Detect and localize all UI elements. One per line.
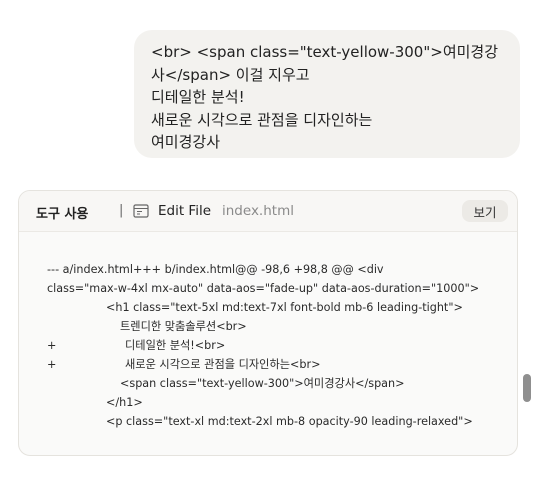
user-message-line: <br> <span class="text-yellow-300">여미경강	[151, 43, 499, 61]
diff-marker: +	[47, 339, 57, 352]
file-name: index.html	[222, 203, 294, 219]
diff-line-text: --- a/index.html+++ b/index.html@@ -98,6…	[47, 263, 384, 276]
diff-line-text: <p class="text-xl md:text-2xl mb-8 opaci…	[106, 415, 473, 428]
diff-line-text: class="max-w-4xl mx-auto" data-aos="fade…	[47, 282, 480, 295]
user-message-line: 사</span> 이걸 지우고	[151, 65, 310, 84]
view-button[interactable]: 보기	[462, 200, 508, 222]
tool-action-label: Edit File	[158, 203, 212, 219]
edit-file-icon	[133, 204, 149, 218]
tool-use-card: 도구 사용 | Edit File index.html 보기 --- a/in…	[18, 190, 518, 456]
tool-use-title: 도구 사용	[36, 207, 89, 222]
diff-line-text: <h1 class="text-5xl md:text-7xl font-bol…	[106, 301, 463, 314]
diff-line-text: <span class="text-yellow-300">여미경강사</spa…	[120, 377, 405, 390]
diff-line-text: </h1>	[106, 396, 143, 409]
user-message-bubble: <br> <span class="text-yellow-300">여미경강 …	[134, 30, 520, 158]
diff-marker: +	[47, 358, 57, 371]
diff-line-text: 디테일한 분석!<br>	[125, 339, 226, 352]
tool-use-header: 도구 사용 | Edit File index.html 보기	[19, 191, 517, 232]
user-message-line: 여미경강사	[151, 133, 221, 151]
diff-line-text: 트렌디한 맞춤솔루션<br>	[120, 320, 247, 333]
scrollbar-thumb[interactable]	[523, 374, 531, 402]
user-message-line: 새로운 시각으로 관점을 디자인하는	[151, 110, 373, 129]
header-separator: |	[119, 203, 124, 218]
user-message-line: 디테일한 분석!	[151, 88, 245, 106]
diff-line-text: 새로운 시각으로 관점을 디자인하는<br>	[125, 358, 321, 371]
